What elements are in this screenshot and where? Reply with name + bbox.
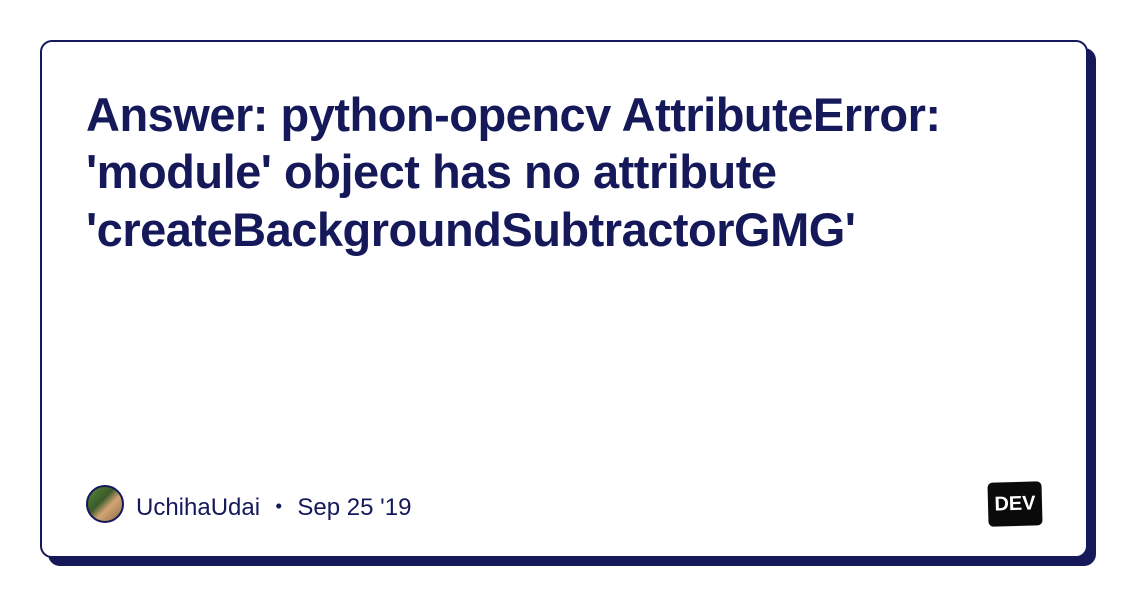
- social-card: Answer: python-opencv AttributeError: 'm…: [40, 40, 1088, 558]
- dev-logo-text: DEV: [994, 492, 1036, 516]
- post-date: Sep 25 '19: [297, 494, 411, 521]
- meta-separator: ・: [260, 494, 297, 521]
- dev-logo-badge: DEV: [987, 481, 1042, 526]
- author-row: UchihaUdai ・ Sep 25 '19: [86, 485, 411, 523]
- author-meta: UchihaUdai ・ Sep 25 '19: [136, 487, 411, 522]
- author-name: UchihaUdai: [136, 494, 260, 521]
- post-title: Answer: python-opencv AttributeError: 'm…: [86, 86, 1042, 258]
- avatar: [86, 485, 124, 523]
- card-body: Answer: python-opencv AttributeError: 'm…: [40, 40, 1088, 558]
- card-footer: UchihaUdai ・ Sep 25 '19 DEV: [86, 482, 1042, 526]
